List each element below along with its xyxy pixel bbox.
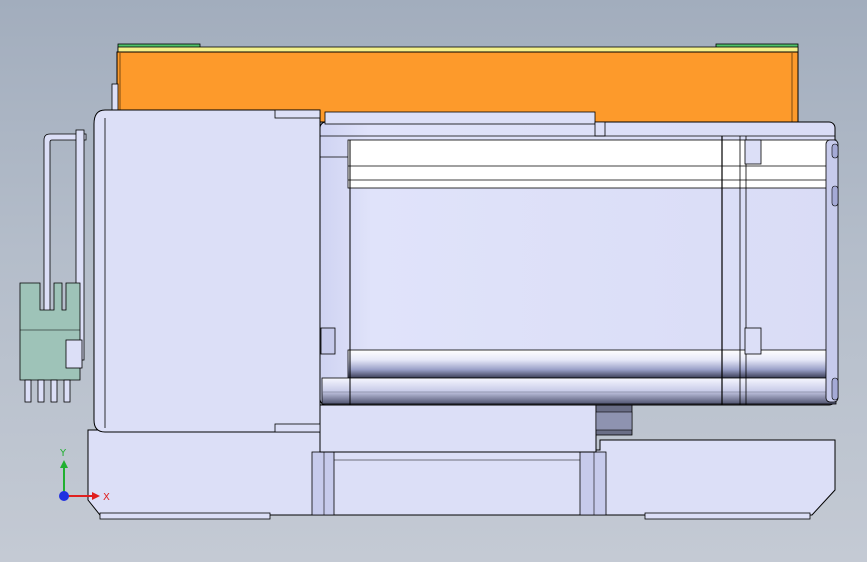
lower-plate xyxy=(319,404,597,453)
graphics-viewport[interactable]: X Y xyxy=(0,0,867,562)
end-cap xyxy=(825,139,839,403)
y-axis-label: Y xyxy=(59,448,67,459)
lower-rod xyxy=(347,349,837,379)
model-drawing[interactable]: X Y xyxy=(0,0,867,562)
lower-rod-2 xyxy=(321,377,837,405)
x-axis-label: X xyxy=(103,492,110,503)
connector-pins xyxy=(24,379,71,403)
encoder-housing xyxy=(93,109,321,433)
upper-rod xyxy=(347,139,837,189)
